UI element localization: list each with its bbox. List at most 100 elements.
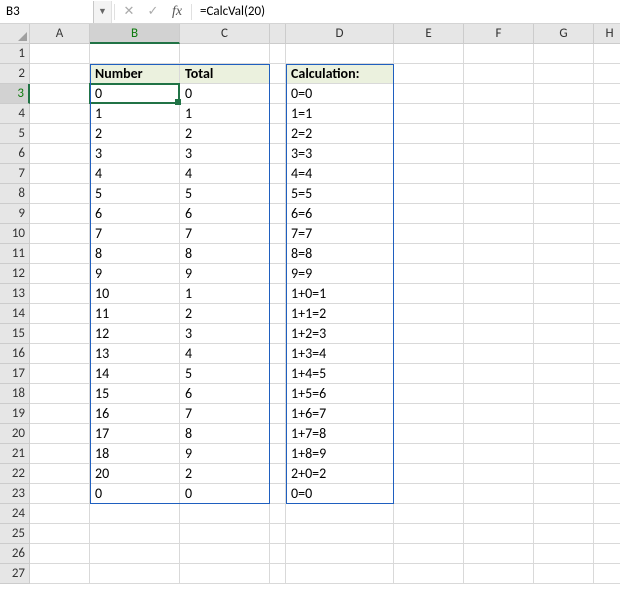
- row-header-21[interactable]: 21: [0, 444, 30, 464]
- row-header-18[interactable]: 18: [0, 384, 30, 404]
- cell[interactable]: [464, 64, 534, 84]
- cell[interactable]: [30, 524, 90, 544]
- cell[interactable]: [90, 524, 180, 544]
- cell[interactable]: [180, 504, 270, 524]
- cell[interactable]: [534, 64, 594, 84]
- cell[interactable]: [394, 404, 464, 424]
- cell[interactable]: [594, 44, 620, 64]
- cell[interactable]: [394, 364, 464, 384]
- cell[interactable]: Calculation:: [286, 64, 394, 84]
- cell[interactable]: 12: [90, 324, 180, 344]
- cell[interactable]: [594, 464, 620, 484]
- col-header-G[interactable]: G: [534, 24, 594, 44]
- cell[interactable]: 8: [90, 244, 180, 264]
- cell[interactable]: [464, 444, 534, 464]
- cell[interactable]: [90, 44, 180, 64]
- cell[interactable]: [464, 544, 534, 564]
- cell[interactable]: [534, 364, 594, 384]
- cell[interactable]: [394, 524, 464, 544]
- cell[interactable]: [464, 244, 534, 264]
- enter-icon[interactable]: ✓: [141, 1, 165, 23]
- cell[interactable]: [270, 364, 286, 384]
- row-header-13[interactable]: 13: [0, 284, 30, 304]
- cell[interactable]: [394, 544, 464, 564]
- row-header-1[interactable]: 1: [0, 44, 30, 64]
- cell[interactable]: [90, 504, 180, 524]
- row-header-9[interactable]: 9: [0, 204, 30, 224]
- cell[interactable]: [534, 44, 594, 64]
- cell[interactable]: [534, 264, 594, 284]
- cell[interactable]: [534, 544, 594, 564]
- cell[interactable]: 4: [180, 164, 270, 184]
- cell[interactable]: [286, 524, 394, 544]
- cell[interactable]: [30, 544, 90, 564]
- cell[interactable]: [30, 364, 90, 384]
- col-header-E[interactable]: E: [394, 24, 464, 44]
- cell[interactable]: [270, 244, 286, 264]
- cell[interactable]: [30, 304, 90, 324]
- cell[interactable]: 2: [90, 124, 180, 144]
- row-header-6[interactable]: 6: [0, 144, 30, 164]
- cell[interactable]: [594, 364, 620, 384]
- row-header-12[interactable]: 12: [0, 264, 30, 284]
- cell[interactable]: [534, 524, 594, 544]
- cell[interactable]: [464, 84, 534, 104]
- cell[interactable]: 0: [90, 84, 180, 104]
- cell[interactable]: 1+6=7: [286, 404, 394, 424]
- cell[interactable]: [30, 564, 90, 584]
- row-header-27[interactable]: 27: [0, 564, 30, 584]
- cell[interactable]: 15: [90, 384, 180, 404]
- cell[interactable]: [534, 484, 594, 504]
- cell[interactable]: [534, 184, 594, 204]
- cell[interactable]: [594, 444, 620, 464]
- cell[interactable]: [594, 244, 620, 264]
- cell[interactable]: [30, 104, 90, 124]
- cell[interactable]: 0: [180, 84, 270, 104]
- cell[interactable]: 3: [180, 324, 270, 344]
- cell[interactable]: [270, 284, 286, 304]
- cell[interactable]: 1+0=1: [286, 284, 394, 304]
- cell[interactable]: [180, 564, 270, 584]
- cell[interactable]: [534, 564, 594, 584]
- cell[interactable]: [464, 124, 534, 144]
- cell[interactable]: [534, 224, 594, 244]
- cell[interactable]: 9: [180, 264, 270, 284]
- name-box[interactable]: B3: [0, 1, 94, 23]
- cell[interactable]: [30, 124, 90, 144]
- cell[interactable]: [270, 64, 286, 84]
- cell[interactable]: [464, 564, 534, 584]
- row-header-10[interactable]: 10: [0, 224, 30, 244]
- cell[interactable]: [594, 124, 620, 144]
- cell[interactable]: [594, 564, 620, 584]
- cell[interactable]: [30, 324, 90, 344]
- cell[interactable]: 7=7: [286, 224, 394, 244]
- row-header-24[interactable]: 24: [0, 504, 30, 524]
- cell[interactable]: [270, 84, 286, 104]
- cell[interactable]: 0: [180, 484, 270, 504]
- col-header-F[interactable]: F: [464, 24, 534, 44]
- cell[interactable]: 17: [90, 424, 180, 444]
- cell[interactable]: [594, 164, 620, 184]
- cell[interactable]: [534, 104, 594, 124]
- cell[interactable]: [30, 224, 90, 244]
- row-header-20[interactable]: 20: [0, 424, 30, 444]
- cell[interactable]: [394, 184, 464, 204]
- cell[interactable]: [270, 144, 286, 164]
- row-header-2[interactable]: 2: [0, 64, 30, 84]
- cell[interactable]: 1: [90, 104, 180, 124]
- cell[interactable]: [30, 344, 90, 364]
- cell[interactable]: [534, 204, 594, 224]
- cell[interactable]: [180, 44, 270, 64]
- cell[interactable]: [534, 404, 594, 424]
- cell[interactable]: [394, 484, 464, 504]
- cell[interactable]: 0: [90, 484, 180, 504]
- cell[interactable]: [594, 404, 620, 424]
- cell[interactable]: [30, 384, 90, 404]
- col-header-H[interactable]: H: [594, 24, 620, 44]
- cell[interactable]: [594, 384, 620, 404]
- cell[interactable]: [394, 504, 464, 524]
- cell[interactable]: [594, 424, 620, 444]
- cell[interactable]: [534, 424, 594, 444]
- cell[interactable]: [464, 424, 534, 444]
- cell[interactable]: [270, 164, 286, 184]
